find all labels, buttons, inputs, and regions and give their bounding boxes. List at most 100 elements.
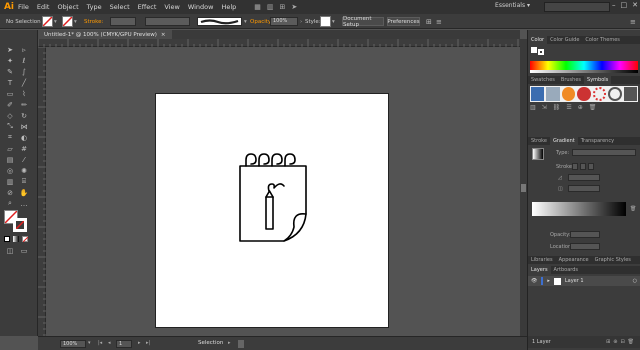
menu-select[interactable]: Select [110,3,130,11]
vertical-scrollbar[interactable] [520,39,527,336]
canvas-area[interactable] [46,47,520,336]
new-symbol-icon[interactable]: ⊕ [578,104,583,112]
none-mode-icon[interactable] [22,236,29,243]
stroke-gradient-option[interactable] [572,163,578,170]
layer-name[interactable]: Layer 1 [565,278,584,284]
next-artboard-icon[interactable]: ▸ [138,340,141,346]
tab-brushes[interactable]: Brushes [558,76,584,84]
layer-row[interactable]: 👁 ▸ Layer 1 ○ [528,276,640,286]
maximize-icon[interactable]: □ [621,1,628,9]
stroke-color-box[interactable] [13,218,27,232]
magic-wand-tool-icon[interactable]: ✦ [4,55,16,66]
document-tab[interactable]: Untitled-1* @ 100% (CMYK/GPU Preview) × [38,30,172,39]
symbol-item[interactable] [546,87,560,101]
menu-help[interactable]: Help [221,3,236,11]
delete-symbol-icon[interactable]: 🗑 [589,104,597,112]
line-tool-icon[interactable]: ╱ [18,77,30,88]
type-tool-icon[interactable]: T [4,77,16,88]
expand-layer-icon[interactable]: ▸ [547,278,550,284]
tab-appearance[interactable]: Appearance [556,256,592,264]
gradient-tool-icon[interactable]: ▤ [4,154,16,165]
symbol-item[interactable] [561,87,576,101]
color-mode-icon[interactable] [4,236,10,242]
eyedropper-tool-icon[interactable]: ⁄ [18,154,30,165]
last-artboard-icon[interactable]: ▸| [146,340,150,346]
gradient-location-field[interactable] [570,243,600,250]
tab-graphic-styles[interactable]: Graphic Styles [592,256,634,264]
rotate-tool-icon[interactable]: ↻ [18,110,30,121]
scroll-thumb[interactable] [521,184,526,192]
arrange-documents-icon[interactable]: ⊞ [280,3,286,11]
gradient-slider[interactable] [532,202,626,216]
stroke-weight-field[interactable] [110,17,136,26]
symbol-options-icon[interactable]: ☰ [566,104,571,112]
color-stroke-swatch[interactable] [538,49,544,55]
status-menu-icon[interactable]: ▸ [228,340,231,346]
tab-color-guide[interactable]: Color Guide [547,36,582,44]
blend-tool-icon[interactable]: ◎ [4,165,16,176]
opacity-dropdown-icon[interactable]: › [300,17,302,26]
tab-layers[interactable]: Layers [528,266,551,274]
menu-edit[interactable]: Edit [37,3,50,11]
menu-file[interactable]: File [18,3,29,11]
variable-width-profile[interactable] [145,17,190,26]
symbol-item[interactable] [608,87,622,101]
column-graph-tool-icon[interactable]: ▥ [4,176,16,187]
stroke-gradient-option[interactable] [588,163,594,170]
stroke-gradient-option[interactable] [580,163,586,170]
graphic-style-swatch[interactable] [320,16,331,27]
eraser-tool-icon[interactable]: ◇ [4,110,16,121]
eye-icon[interactable]: 👁 [531,278,537,284]
menu-effect[interactable]: Effect [138,3,157,11]
current-tool-status[interactable]: Selection [198,340,223,346]
symbol-item[interactable] [592,87,607,101]
arrange-icon[interactable]: ⊞ [426,17,432,26]
gradient-angle-field[interactable] [568,174,600,181]
fill-dropdown-icon[interactable]: ▾ [54,17,57,26]
tab-color-themes[interactable]: Color Themes [582,36,623,44]
direct-selection-tool-icon[interactable]: ▹ [18,44,30,55]
menu-window[interactable]: Window [188,3,214,11]
notepad-pencil-artwork[interactable] [156,94,390,329]
prev-artboard-icon[interactable]: ◂ [108,340,111,346]
workspace-switcher[interactable]: Essentials ▾ [495,2,530,9]
perspective-grid-tool-icon[interactable]: ▱ [4,143,16,154]
zoom-dropdown-icon[interactable]: ▾ [88,340,91,346]
horizontal-scroll-thumb[interactable] [238,340,244,348]
brush-definition[interactable] [197,17,242,26]
gradient-mode-icon[interactable] [13,236,19,242]
close-icon[interactable]: ✕ [632,1,638,9]
scale-tool-icon[interactable]: ⤡ [4,121,16,132]
layer-actions-icons[interactable]: ⊞⊕⊟🗑 [606,339,637,345]
pen-tool-icon[interactable]: ✎ [4,66,16,77]
curvature-tool-icon[interactable]: ∫ [18,66,30,77]
pencil-tool-icon[interactable]: ✏ [18,99,30,110]
target-icon[interactable]: ○ [633,278,637,284]
control-menu-icon[interactable]: ≡ [630,17,636,26]
stroke-dropdown-icon[interactable]: ▾ [74,17,77,26]
tab-libraries[interactable]: Libraries [528,256,556,264]
tab-symbols[interactable]: Symbols [584,76,612,84]
style-dropdown-icon[interactable]: ▾ [332,17,335,26]
artboard-tool-icon[interactable]: ⌸ [18,176,30,187]
artboard-number-field[interactable]: 1 [116,340,132,348]
shaper-tool-icon[interactable]: ✐ [4,99,16,110]
symbol-library-icon[interactable]: ▥ [530,104,536,112]
shape-builder-tool-icon[interactable]: ◐ [18,132,30,143]
tab-gradient[interactable]: Gradient [549,137,578,145]
hand-tool-icon[interactable]: ✋ [18,187,30,198]
preferences-button[interactable]: Preferences [387,17,420,26]
gradient-opacity-field[interactable] [570,231,600,238]
gradient-aspect-field[interactable] [568,185,600,192]
close-tab-icon[interactable]: × [161,32,166,38]
menu-object[interactable]: Object [57,3,78,11]
send-icon[interactable]: ➤ [291,3,297,11]
minimize-icon[interactable]: – [612,1,616,9]
zoom-tool-icon[interactable]: ⌕ [4,198,16,209]
brush-dropdown-icon[interactable]: ▾ [244,17,247,26]
free-transform-tool-icon[interactable]: ⌗ [4,132,16,143]
stroke-swatch[interactable] [62,16,73,27]
artboard[interactable] [155,93,389,328]
screen-mode-icon[interactable]: ▭ [18,245,30,256]
bridge-icon[interactable]: ▦ [254,3,261,11]
